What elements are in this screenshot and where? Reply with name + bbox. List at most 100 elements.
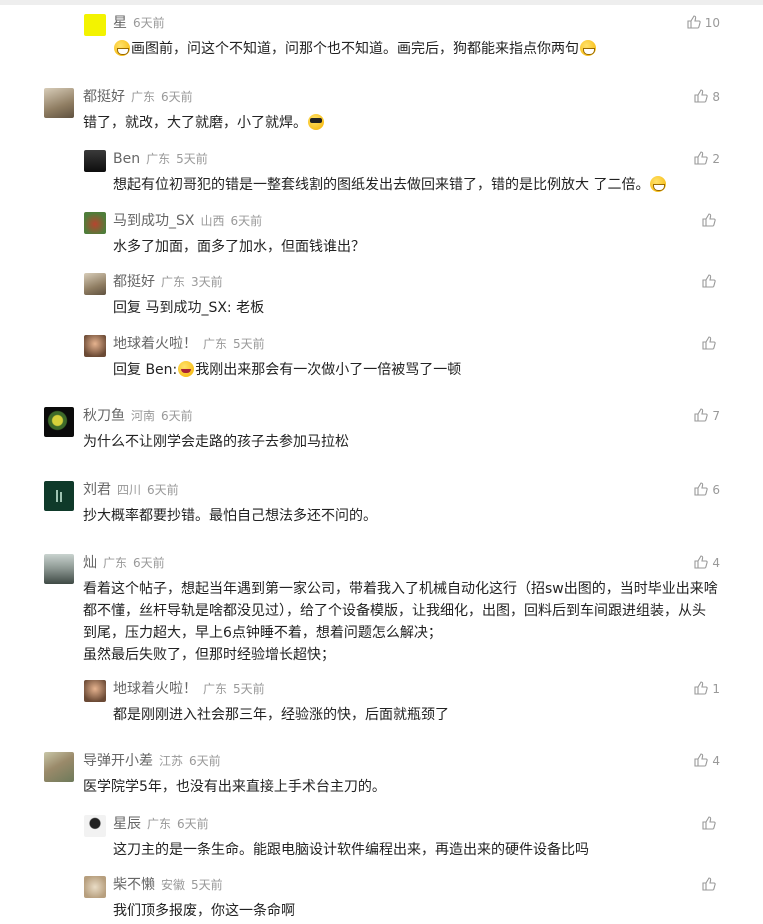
comment-text: 画图前，问这个不知道，问那个也不知道。画完后，狗都能来指点你两句 xyxy=(113,38,597,60)
avatar[interactable] xyxy=(84,150,106,172)
like-button[interactable]: 10 xyxy=(687,14,720,32)
comment-text: 为什么不让刚学会走路的孩子去参加马拉松 xyxy=(83,434,349,450)
comment-text: 错了，就改，大了就磨，小了就焊。 xyxy=(83,112,325,134)
avatar[interactable] xyxy=(44,88,74,118)
comment-meta: 都挺好 广东 6天前 xyxy=(83,88,193,106)
like-button[interactable]: 8 xyxy=(694,88,720,106)
reply-to-label[interactable]: 回复 马到成功_SX: xyxy=(113,300,232,316)
timestamp: 6天前 xyxy=(161,90,193,104)
like-button[interactable] xyxy=(702,212,720,230)
comment-meta: 灿广东 6天前 xyxy=(83,554,165,572)
region: 广东 xyxy=(203,682,228,696)
reply-item: 星辰 广东 6天前 这刀主的是一条生命。能跟电脑设计软件编程出来，再造出来的硬件设备… xyxy=(84,815,720,865)
reply-item: Ben 广东 5天前 2 想起有位初哥犯的错是一整套线割的图纸发出去做回来错了，错的… xyxy=(84,150,720,200)
comment-text: 都是刚刚进入社会那三年，经验涨的快，后面就瓶颈了 xyxy=(113,707,449,723)
reply-to-label[interactable]: 回复 Ben: xyxy=(113,362,177,378)
avatar[interactable] xyxy=(84,815,106,837)
like-count: 2 xyxy=(712,152,720,166)
timestamp: 6天前 xyxy=(133,16,165,30)
comment-text: 这刀主的是一条生命。能跟电脑设计软件编程出来，再造出来的硬件设备比吗 xyxy=(113,842,589,858)
timestamp: 6天前 xyxy=(133,556,165,570)
username[interactable]: 星辰 xyxy=(113,816,141,832)
comment-text: 抄大概率都要抄错。最怕自己想法多还不问的。 xyxy=(83,508,377,524)
avatar[interactable] xyxy=(84,212,106,234)
avatar[interactable] xyxy=(84,14,106,36)
comment-text: 回复 马到成功_SX: 老板 xyxy=(113,300,265,316)
username[interactable]: 星 xyxy=(113,15,127,31)
like-button[interactable]: 7 xyxy=(694,407,720,425)
comment-text: 我们顶多报废，你这一条命啊 xyxy=(113,903,295,919)
username[interactable]: 地球着火啦！ xyxy=(113,336,197,352)
username[interactable]: 马到成功_SX xyxy=(113,213,194,229)
thumbs-up-icon xyxy=(694,753,709,767)
like-button[interactable]: 4 xyxy=(694,554,720,572)
comment-item: 导弹开小差 江苏 6天前 4 医学院学5年，也没有出来直接上手术台主刀的。 xyxy=(44,752,720,802)
region: 河南 xyxy=(131,409,156,423)
username[interactable]: 刘君 xyxy=(83,482,111,498)
timestamp: 5天前 xyxy=(233,682,265,696)
comment-meta: 刘君 四川 6天前 xyxy=(83,481,179,499)
grin-emoji-icon xyxy=(114,40,130,56)
like-button[interactable] xyxy=(702,273,720,291)
timestamp: 5天前 xyxy=(176,152,208,166)
thumbs-up-icon xyxy=(687,15,701,29)
laugh-emoji-icon xyxy=(178,361,195,377)
region: 山西 xyxy=(200,214,225,228)
comment-text: 水多了加面，面多了加水，但面钱谁出？ xyxy=(113,239,365,255)
avatar[interactable] xyxy=(84,680,106,702)
region: 广东 xyxy=(161,275,186,289)
avatar[interactable] xyxy=(44,752,74,782)
username[interactable]: Ben xyxy=(113,151,140,167)
comment-meta: Ben 广东 5天前 xyxy=(113,150,208,168)
avatar[interactable] xyxy=(44,554,74,584)
reply-item: 地球着火啦！ 广东 5天前 回复 Ben: 我刚出来那会有一次做小了一倍被骂了一顿 xyxy=(84,335,720,385)
grin-emoji-icon xyxy=(580,40,596,56)
avatar[interactable] xyxy=(84,273,106,295)
top-divider xyxy=(0,0,763,5)
comment-meta: 导弹开小差 江苏 6天前 xyxy=(83,752,221,770)
avatar[interactable] xyxy=(44,407,74,437)
region: 广东 xyxy=(147,817,172,831)
like-button[interactable] xyxy=(702,815,720,833)
timestamp: 6天前 xyxy=(189,754,221,768)
comment-item: 刘君 四川 6天前 6 抄大概率都要抄错。最怕自己想法多还不问的。 xyxy=(44,481,720,531)
comment-text: 看着这个帖子，想起当年遇到第一家公司，带着我入了机械自动化这行（招sw出图的，当… xyxy=(83,581,718,663)
comment-meta: 柴不懒 安徽 5天前 xyxy=(113,876,223,894)
username[interactable]: 地球着火啦！ xyxy=(113,681,197,697)
username[interactable]: 都挺好 xyxy=(113,274,155,290)
like-button[interactable]: 2 xyxy=(694,150,720,168)
thumbs-up-icon xyxy=(702,274,716,288)
like-button[interactable]: 6 xyxy=(694,481,720,499)
like-button[interactable]: 1 xyxy=(694,680,720,698)
comment-meta: 地球着火啦！ 广东 5天前 xyxy=(113,335,265,353)
timestamp: 6天前 xyxy=(161,409,193,423)
like-button[interactable]: 4 xyxy=(694,752,720,770)
comment-meta: 都挺好 广东 3天前 xyxy=(113,273,223,291)
comment-item: 灿广东 6天前 4 看着这个帖子，想起当年遇到第一家公司，带着我入了机械自动化这行… xyxy=(44,554,720,664)
username[interactable]: 导弹开小差 xyxy=(83,753,153,769)
sunglasses-emoji-icon xyxy=(308,114,324,130)
timestamp: 6天前 xyxy=(177,817,209,831)
comment-text: 想起有位初哥犯的错是一整套线割的图纸发出去做回来错了，错的是比例放大 了二倍。 xyxy=(113,174,667,196)
comment-text: 回复 Ben: 我刚出来那会有一次做小了一倍被骂了一顿 xyxy=(113,361,462,378)
region: 广东 xyxy=(103,556,128,570)
reply-item: 柴不懒 安徽 5天前 我们顶多报废，你这一条命啊 xyxy=(84,876,720,922)
comment-meta: 星 6天前 xyxy=(113,14,165,32)
username[interactable]: 都挺好 xyxy=(83,89,125,105)
comment-meta: 星辰 广东 6天前 xyxy=(113,815,209,833)
avatar[interactable] xyxy=(84,335,106,357)
avatar[interactable] xyxy=(44,481,74,511)
region: 广东 xyxy=(146,152,171,166)
username[interactable]: 秋刀鱼 xyxy=(83,408,125,424)
timestamp: 3天前 xyxy=(191,275,223,289)
avatar[interactable] xyxy=(84,876,106,898)
region: 安徽 xyxy=(161,878,186,892)
username[interactable]: 柴不懒 xyxy=(113,877,155,893)
like-button[interactable] xyxy=(702,876,720,894)
like-count: 4 xyxy=(712,556,720,570)
username[interactable]: 灿 xyxy=(83,555,97,571)
like-button[interactable] xyxy=(702,335,720,353)
thumbs-up-icon xyxy=(694,151,709,165)
logo-mark-icon xyxy=(56,490,62,502)
thumbs-up-icon xyxy=(694,681,709,695)
